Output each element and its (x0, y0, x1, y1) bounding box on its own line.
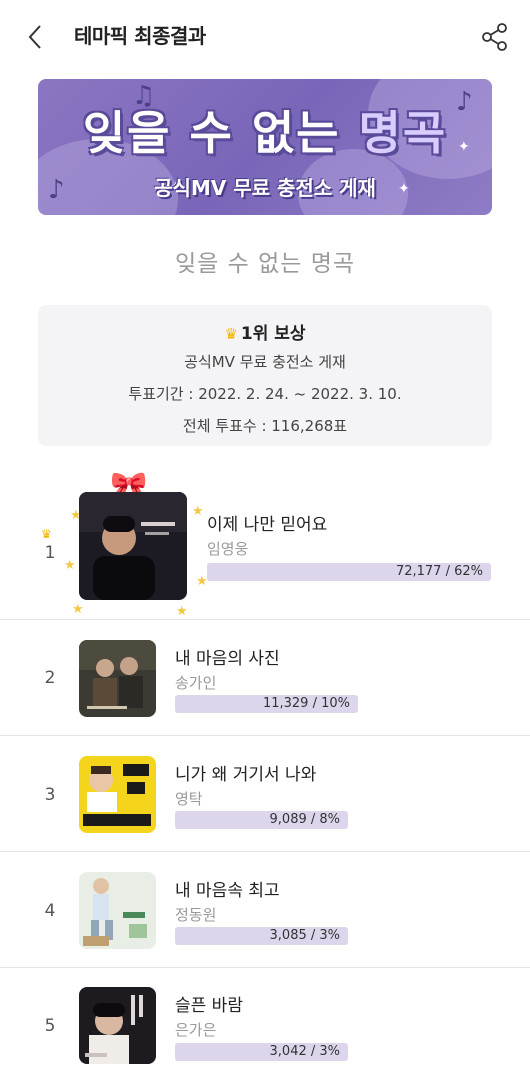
vote-count: 3,085 / 3% (269, 928, 340, 943)
album-art[interactable] (79, 640, 156, 717)
vote-bar: 3,085 / 3% (175, 927, 348, 945)
banner-subtitle: 공식MV 무료 충전소 게재 (154, 176, 376, 200)
album-art[interactable] (79, 492, 187, 600)
crown-icon: ♛ (41, 527, 52, 541)
song-title: 이제 나만 믿어요 (207, 515, 328, 535)
rank-number: 3 (44, 785, 56, 805)
artist-name: 은가은 (175, 1021, 217, 1039)
vote-count: 3,042 / 3% (269, 1044, 340, 1059)
vote-bar: 11,329 / 10% (175, 695, 358, 713)
star-icon: ★ (64, 558, 76, 573)
vote-period: 투표기간 : 2022. 2. 24. ~ 2022. 3. 10. (128, 385, 402, 403)
artist-name: 송가인 (175, 674, 217, 692)
total-votes: 전체 투표수 : 116,268표 (182, 417, 348, 435)
album-art[interactable] (79, 987, 156, 1064)
reward-heading: ♛ 1위 보상 (224, 324, 306, 344)
artist-name: 임영웅 (207, 540, 249, 558)
rank-number: 2 (44, 668, 56, 688)
vote-bar: 72,177 / 62% (207, 563, 491, 581)
song-title: 슬픈 바람 (175, 996, 243, 1016)
song-title: 내 마음속 최고 (175, 881, 280, 901)
chevron-left-icon (28, 25, 41, 49)
album-art[interactable] (79, 756, 156, 833)
rank-number: 1 (44, 543, 56, 563)
back-button[interactable] (22, 22, 50, 52)
artist-name: 정동원 (175, 906, 217, 924)
vote-count: 11,329 / 10% (262, 696, 350, 711)
star-icon: ★ (176, 604, 188, 619)
rank-number: 5 (44, 1016, 56, 1036)
vote-count: 9,089 / 8% (269, 812, 340, 827)
app-header: 테마픽 최종결과 (0, 0, 530, 72)
vote-bar: 9,089 / 8% (175, 811, 348, 829)
album-art[interactable] (79, 872, 156, 949)
banner-title: 잊을 수 없는 명곡 (82, 106, 448, 160)
section-title: 잊을 수 없는 명곡 (174, 251, 356, 277)
reward-benefit: 공식MV 무료 충전소 게재 (184, 353, 346, 371)
theme-banner: ♫ ♪ ♪ ✦ ✦ ✦ 잊을 수 없는 명곡 공식MV 무료 충전소 게재 (38, 79, 492, 215)
star-icon: ★ (196, 574, 208, 589)
reward-info-box: ♛ 1위 보상 공식MV 무료 충전소 게재 투표기간 : 2022. 2. 24… (38, 305, 492, 446)
song-title: 니가 왜 거기서 나와 (175, 765, 317, 785)
share-button[interactable] (480, 22, 510, 52)
artist-name: 영탁 (175, 790, 203, 808)
vote-bar: 3,042 / 3% (175, 1043, 348, 1061)
star-icon: ★ (192, 504, 204, 519)
song-title: 내 마음의 사진 (175, 649, 280, 669)
share-icon (482, 23, 507, 51)
rank-number: 4 (44, 901, 56, 921)
crown-icon: ♛ (224, 325, 238, 343)
star-icon: ★ (72, 602, 84, 617)
page-title: 테마픽 최종결과 (74, 24, 206, 48)
vote-count: 72,177 / 62% (395, 564, 483, 579)
